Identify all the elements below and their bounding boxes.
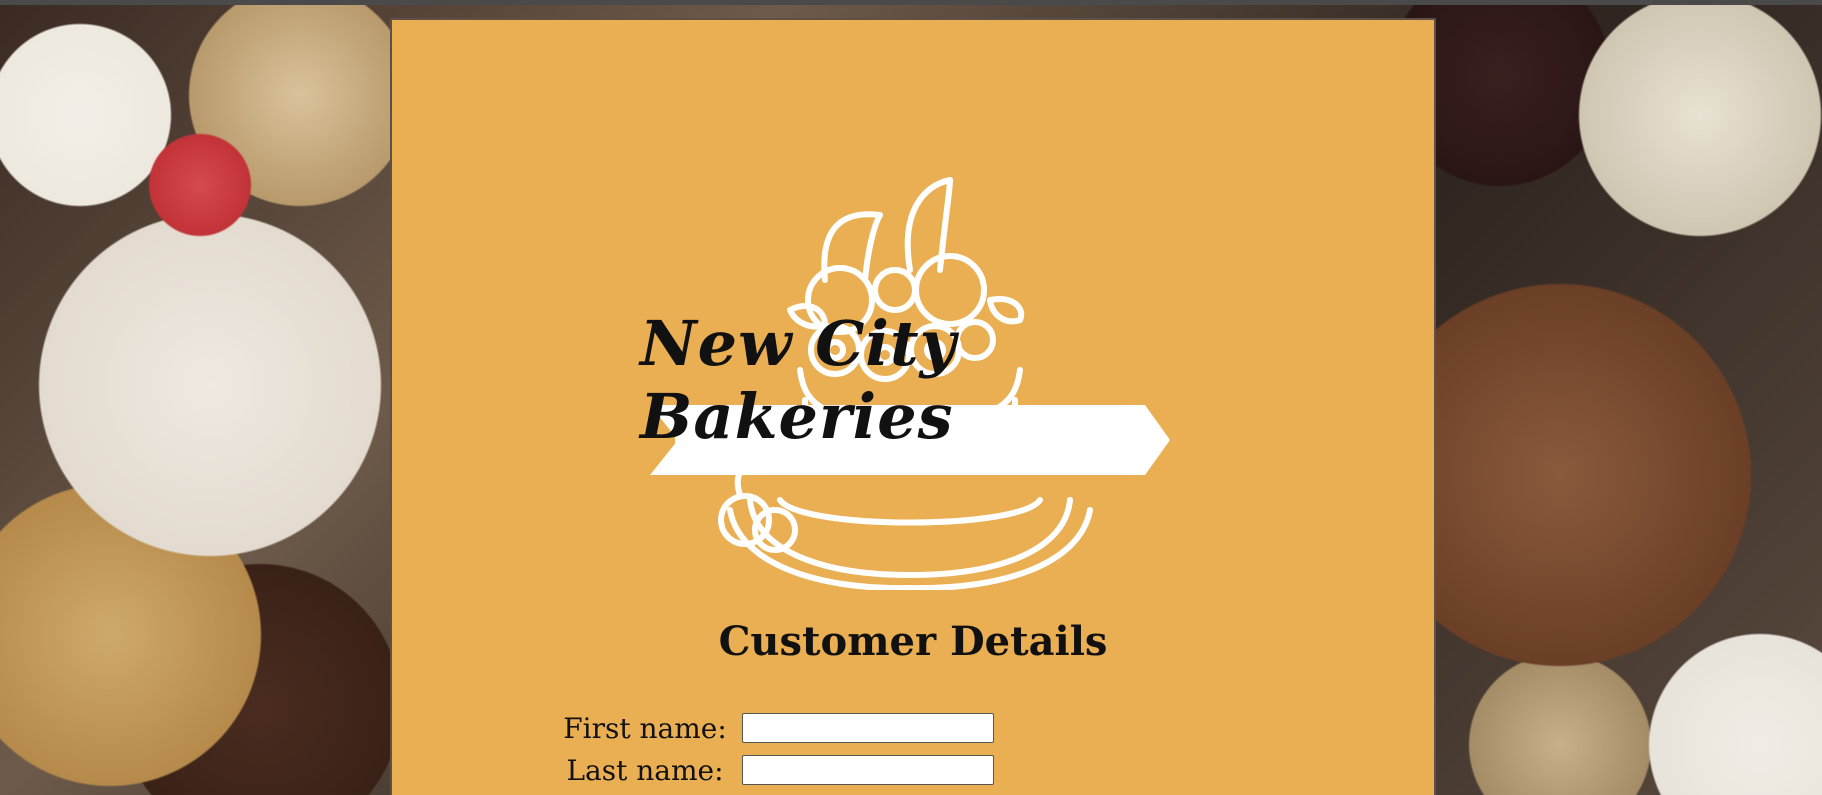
last-name-label: Last name: bbox=[566, 753, 724, 787]
first-name-input[interactable] bbox=[742, 713, 994, 743]
brand-name: New City Bakeries bbox=[640, 307, 957, 453]
bakery-logo: New City Bakeries bbox=[640, 170, 1180, 592]
page-title: Customer Details bbox=[718, 618, 1108, 665]
last-name-input[interactable] bbox=[742, 755, 994, 785]
last-name-row: Last name: bbox=[560, 753, 994, 787]
first-name-label: First name: bbox=[563, 711, 727, 745]
first-name-row: First name: bbox=[560, 711, 994, 745]
